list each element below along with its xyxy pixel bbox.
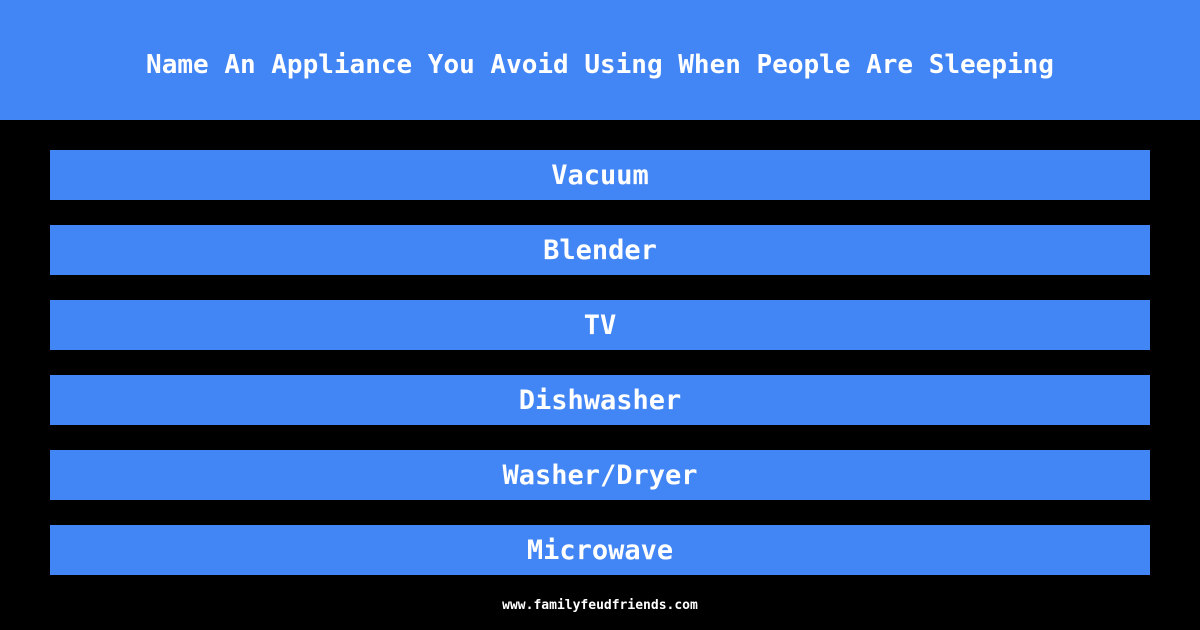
answer-item: Vacuum (50, 150, 1150, 200)
question-title: Name An Appliance You Avoid Using When P… (146, 50, 1054, 80)
answer-item: Dishwasher (50, 375, 1150, 425)
answer-label: TV (583, 309, 617, 341)
answer-list: Vacuum Blender TV Dishwasher Washer/Drye… (50, 150, 1150, 600)
answer-item: TV (50, 300, 1150, 350)
answer-label: Blender (543, 234, 657, 266)
answer-item: Blender (50, 225, 1150, 275)
question-header: Name An Appliance You Avoid Using When P… (0, 0, 1200, 120)
answer-label: Washer/Dryer (502, 459, 698, 491)
site-url: www.familyfeudfriends.com (502, 598, 698, 613)
answer-label: Vacuum (551, 159, 649, 191)
answer-item: Microwave (50, 525, 1150, 575)
answer-item: Washer/Dryer (50, 450, 1150, 500)
answer-label: Microwave (526, 534, 674, 566)
answer-label: Dishwasher (518, 384, 682, 416)
